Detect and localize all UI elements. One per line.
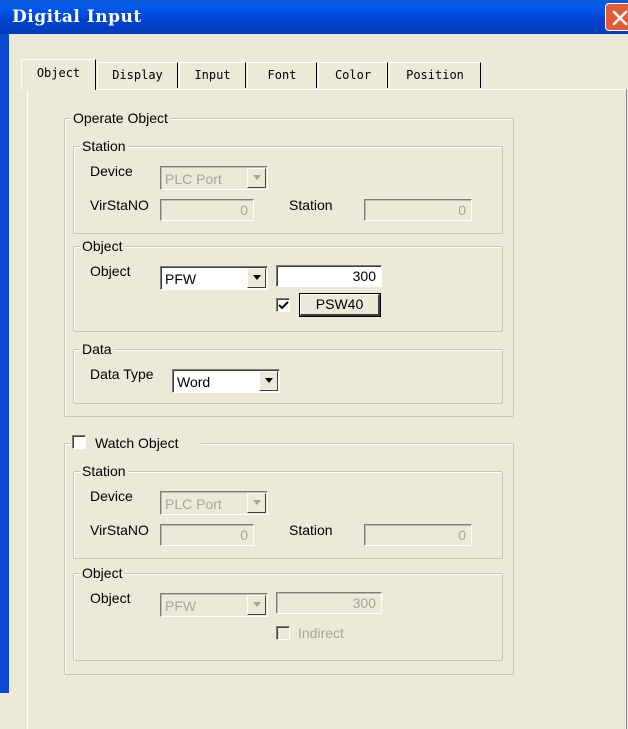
window-title: Digital Input xyxy=(12,7,142,27)
chevron-down-icon xyxy=(253,500,261,505)
tab-position[interactable]: Position xyxy=(389,62,481,88)
data-type-value: Word xyxy=(177,374,211,390)
data-type-label: Data Type xyxy=(90,366,154,382)
virstano-label: VirStaNO xyxy=(90,522,149,538)
tab-display[interactable]: Display xyxy=(97,62,178,88)
chevron-down-icon xyxy=(253,175,261,180)
watch-indirect-label: Indirect xyxy=(298,625,344,641)
device-label: Device xyxy=(90,163,133,179)
object-label: Object xyxy=(90,590,131,606)
watch-virstano-field: 0 xyxy=(160,524,254,546)
tab-color[interactable]: Color xyxy=(318,62,388,88)
data-type-combo[interactable]: Word xyxy=(172,369,280,393)
chevron-down-icon xyxy=(253,602,261,607)
watch-object-legend: Watch Object xyxy=(71,434,201,452)
operate-station-legend: Station xyxy=(80,138,128,154)
watch-device-combo: PLC Port xyxy=(160,491,268,515)
close-button[interactable] xyxy=(605,3,628,31)
tab-input[interactable]: Input xyxy=(179,62,246,88)
watch-station-field: 0 xyxy=(364,524,472,546)
watch-station-legend: Station xyxy=(80,463,128,479)
watch-object-subgroup: Object Object PFW 300 Indirect xyxy=(73,565,503,661)
watch-object-type-combo: PFW xyxy=(160,593,268,617)
watch-object-type-value: PFW xyxy=(165,598,197,614)
operate-object-group: Operate Object Station Device PLC Port V… xyxy=(64,110,514,417)
watch-object-label[interactable]: Watch Object xyxy=(95,435,179,451)
virstano-label: VirStaNO xyxy=(90,197,149,213)
operate-device-value: PLC Port xyxy=(165,171,222,187)
psw-address-button[interactable]: PSW40 xyxy=(299,293,381,317)
dialog-body: Object Display Input Font Color Position… xyxy=(9,34,628,729)
operate-object-sublegend: Object xyxy=(80,238,125,254)
chevron-down-icon xyxy=(253,275,261,280)
window-frame-left xyxy=(0,34,9,693)
operate-station-field: 0 xyxy=(364,199,472,221)
object-type-combo[interactable]: PFW xyxy=(160,266,268,290)
operate-device-combo: PLC Port xyxy=(160,166,268,190)
tab-object[interactable]: Object xyxy=(21,59,96,90)
dropdown-arrow xyxy=(247,595,266,615)
checkmark-icon xyxy=(278,301,289,310)
dropdown-arrow[interactable] xyxy=(259,371,278,391)
operate-data-legend: Data xyxy=(80,341,114,357)
title-bar[interactable]: Digital Input xyxy=(0,0,628,34)
operate-object-subgroup: Object Object PFW 300 PSW40 xyxy=(73,238,503,332)
watch-object-checkbox[interactable] xyxy=(72,435,86,449)
watch-device-value: PLC Port xyxy=(165,496,222,512)
operate-data-group: Data Data Type Word xyxy=(73,341,503,404)
operate-object-legend: Operate Object xyxy=(71,110,170,126)
close-icon xyxy=(612,10,628,26)
dropdown-arrow xyxy=(247,493,266,513)
watch-object-group: Watch Object Station Device PLC Port Vir… xyxy=(64,434,514,675)
operate-station-group: Station Device PLC Port VirStaNO 0 Stati… xyxy=(73,138,503,234)
watch-station-group: Station Device PLC Port VirStaNO 0 Stati… xyxy=(73,463,503,559)
tab-font[interactable]: Font xyxy=(247,62,317,88)
object-label: Object xyxy=(90,263,131,279)
dropdown-arrow xyxy=(247,168,266,188)
indirect-checkbox[interactable] xyxy=(276,298,290,312)
dropdown-arrow[interactable] xyxy=(247,268,266,288)
object-address-field[interactable]: 300 xyxy=(276,265,382,287)
watch-object-address-field: 300 xyxy=(276,592,382,614)
operate-virstano-field: 0 xyxy=(160,199,254,221)
device-label: Device xyxy=(90,488,133,504)
tab-panel-object: Operate Object Station Device PLC Port V… xyxy=(27,89,627,729)
chevron-down-icon xyxy=(265,378,273,383)
station-label: Station xyxy=(289,522,333,538)
watch-object-sublegend: Object xyxy=(80,565,125,581)
object-type-value: PFW xyxy=(165,271,197,287)
station-label: Station xyxy=(289,197,333,213)
watch-indirect-checkbox xyxy=(276,626,290,640)
